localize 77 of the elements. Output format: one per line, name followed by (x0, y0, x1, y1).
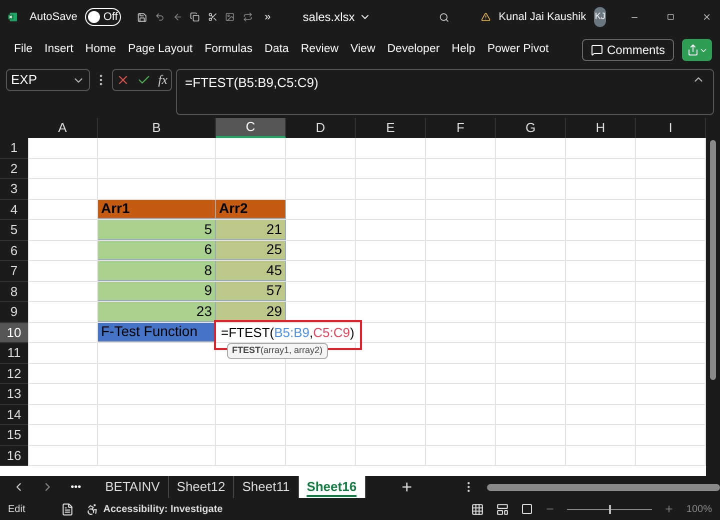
table-cell: 57 (216, 282, 286, 301)
row-header[interactable]: 16 (0, 446, 28, 466)
menu-tab[interactable]: Developer (387, 41, 440, 59)
table-cell: 5 (98, 220, 216, 240)
comments-button[interactable]: Comments (582, 39, 674, 61)
autosave-toggle[interactable]: Off (85, 8, 121, 26)
menu-tab[interactable]: View (350, 41, 376, 59)
formula-buttons: fx (112, 69, 172, 91)
name-box[interactable]: EXP (6, 69, 90, 91)
menu-tab[interactable]: Review (300, 41, 339, 59)
table-cell: Arr2 (216, 200, 286, 219)
horizontal-scrollbar[interactable] (487, 484, 720, 490)
row-header[interactable]: 12 (0, 364, 28, 384)
sheet-tab[interactable]: BETAINV (97, 476, 169, 498)
row-header[interactable]: 1 (0, 138, 28, 158)
add-sheet-button[interactable]: + (402, 474, 412, 500)
table-cell: 6 (98, 240, 216, 260)
table-cell: 9 (98, 282, 216, 301)
row-header[interactable]: 10 (0, 322, 28, 343)
menu-tab[interactable]: File (14, 41, 33, 59)
table-cell: 8 (98, 261, 216, 280)
zoom-in-icon[interactable] (664, 504, 674, 514)
column-header[interactable]: G (496, 118, 566, 138)
share-icon (686, 44, 698, 56)
file-name[interactable]: sales.xlsx (302, 8, 371, 26)
zoom-slider[interactable] (567, 504, 652, 514)
menu-tab[interactable]: Data (264, 41, 289, 59)
menu-tab[interactable]: Page Layout (128, 41, 193, 59)
accessibility-icon (86, 502, 100, 516)
mode-status: Edit (8, 502, 26, 516)
table-cell: 45 (216, 261, 286, 280)
function-tooltip: FTEST(array1, array2) (227, 343, 328, 358)
table-cell: 23 (98, 302, 216, 322)
normal-view-icon[interactable] (471, 502, 484, 516)
table-cell: 25 (216, 240, 286, 260)
column-header[interactable]: D (286, 118, 356, 138)
page-layout-icon[interactable] (496, 502, 510, 516)
row-header[interactable]: 8 (0, 282, 28, 302)
menu-tab[interactable]: Insert (44, 41, 74, 59)
row-header[interactable]: 3 (0, 179, 28, 200)
column-header[interactable]: H (566, 118, 636, 138)
row-header[interactable]: 2 (0, 158, 28, 179)
formula-field[interactable]: =FTEST(B5:B9,C5:C9) (176, 69, 714, 115)
more-commands[interactable]: » (264, 8, 271, 26)
comment-icon (590, 44, 603, 56)
row-header[interactable]: 7 (0, 261, 28, 282)
row-header[interactable]: 6 (0, 240, 28, 261)
zoom-slider-thumb[interactable] (608, 504, 611, 514)
more-sheets[interactable]: ••• (70, 480, 82, 494)
table-cell: 21 (216, 220, 286, 240)
zoom-level: 100% (686, 502, 712, 516)
user-name: Kunal Jai Kaushik (498, 10, 586, 25)
table-cell: Arr1 (98, 200, 216, 219)
user-avatar[interactable]: KJ (594, 7, 606, 27)
sheet-tab[interactable]: Sheet12 (168, 476, 234, 498)
row-header[interactable]: 5 (0, 220, 28, 240)
row-header[interactable]: 13 (0, 384, 28, 404)
column-header[interactable]: F (426, 118, 496, 138)
row-header[interactable]: 14 (0, 404, 28, 425)
sheet-tab[interactable]: Sheet16 (298, 476, 366, 498)
menu-tab[interactable]: Formulas (204, 41, 253, 59)
column-header[interactable]: C (216, 118, 286, 138)
autosave-label: AutoSave (30, 10, 78, 25)
table-cell: 29 (216, 302, 286, 322)
row-header[interactable]: 15 (0, 425, 28, 446)
menu-tab[interactable]: Help (452, 41, 476, 59)
menu-tab[interactable]: Home (85, 41, 116, 59)
table-cell: F-Test Function (98, 322, 216, 342)
share-button[interactable] (682, 39, 712, 61)
row-header[interactable]: 11 (0, 343, 28, 364)
accessibility-status[interactable]: Accessibility: Investigate (86, 502, 223, 516)
maximize-icon[interactable] (667, 11, 674, 23)
row-header[interactable]: 9 (0, 302, 28, 322)
row-header[interactable]: 4 (0, 200, 28, 220)
menu-tab[interactable]: Power Pivot (487, 41, 549, 59)
column-header[interactable]: E (356, 118, 426, 138)
column-header[interactable]: A (28, 118, 98, 138)
